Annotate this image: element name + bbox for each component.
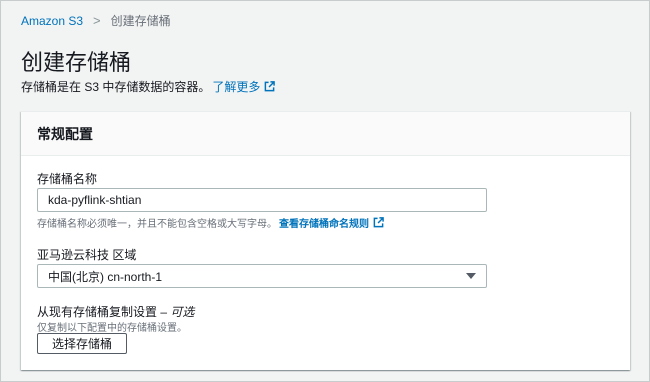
bucket-name-hint-text: 存储桶名称必须唯一，并且不能包含空格或大写字母。 (37, 219, 277, 230)
copy-settings-optional: 可选 (170, 305, 195, 319)
bucket-naming-rules-label: 查看存储桶命名规则 (279, 219, 369, 230)
page-description-text: 存储桶是在 S3 中存储数据的容器。 (21, 80, 211, 94)
copy-settings-label-main: 从现有存储桶复制设置 – (37, 305, 168, 319)
bucket-naming-rules-link[interactable]: 查看存储桶命名规则 (279, 215, 384, 230)
general-config-header: 常规配置 (21, 112, 630, 156)
page-description: 存储桶是在 S3 中存储数据的容器。 了解更多 (21, 78, 276, 95)
bucket-name-label: 存储桶名称 (37, 172, 98, 186)
bucket-name-hint: 存储桶名称必须唯一，并且不能包含空格或大写字母。 查看存储桶命名规则 (37, 215, 384, 230)
caret-down-icon (466, 273, 476, 279)
external-link-icon (373, 217, 384, 228)
learn-more-link[interactable]: 了解更多 (212, 78, 276, 95)
choose-bucket-button[interactable]: 选择存储桶 (37, 333, 128, 354)
breadcrumb-current: 创建存储桶 (110, 14, 171, 28)
general-config-panel: 常规配置 存储桶名称 kda-pyflink-shtian 存储桶名称必须唯一，… (21, 111, 630, 370)
bucket-name-input[interactable]: kda-pyflink-shtian (37, 188, 487, 212)
breadcrumb-amazon-s3-link[interactable]: Amazon S3 (21, 14, 83, 28)
breadcrumb: Amazon S3 > 创建存储桶 (21, 12, 171, 29)
learn-more-label: 了解更多 (212, 80, 261, 94)
external-link-icon (265, 81, 276, 92)
copy-settings-hint: 仅复制以下配置中的存储桶设置。 (37, 323, 187, 334)
copy-settings-label: 从现有存储桶复制设置 – 可选 (37, 303, 194, 320)
region-select[interactable]: 中国(北京) cn-north-1 (37, 264, 487, 288)
page-title: 创建存储桶 (21, 50, 132, 75)
region-label: 亚马逊云科技 区域 (37, 248, 137, 262)
chevron-right-icon: > (93, 13, 101, 28)
region-select-value: 中国(北京) cn-north-1 (48, 269, 163, 284)
